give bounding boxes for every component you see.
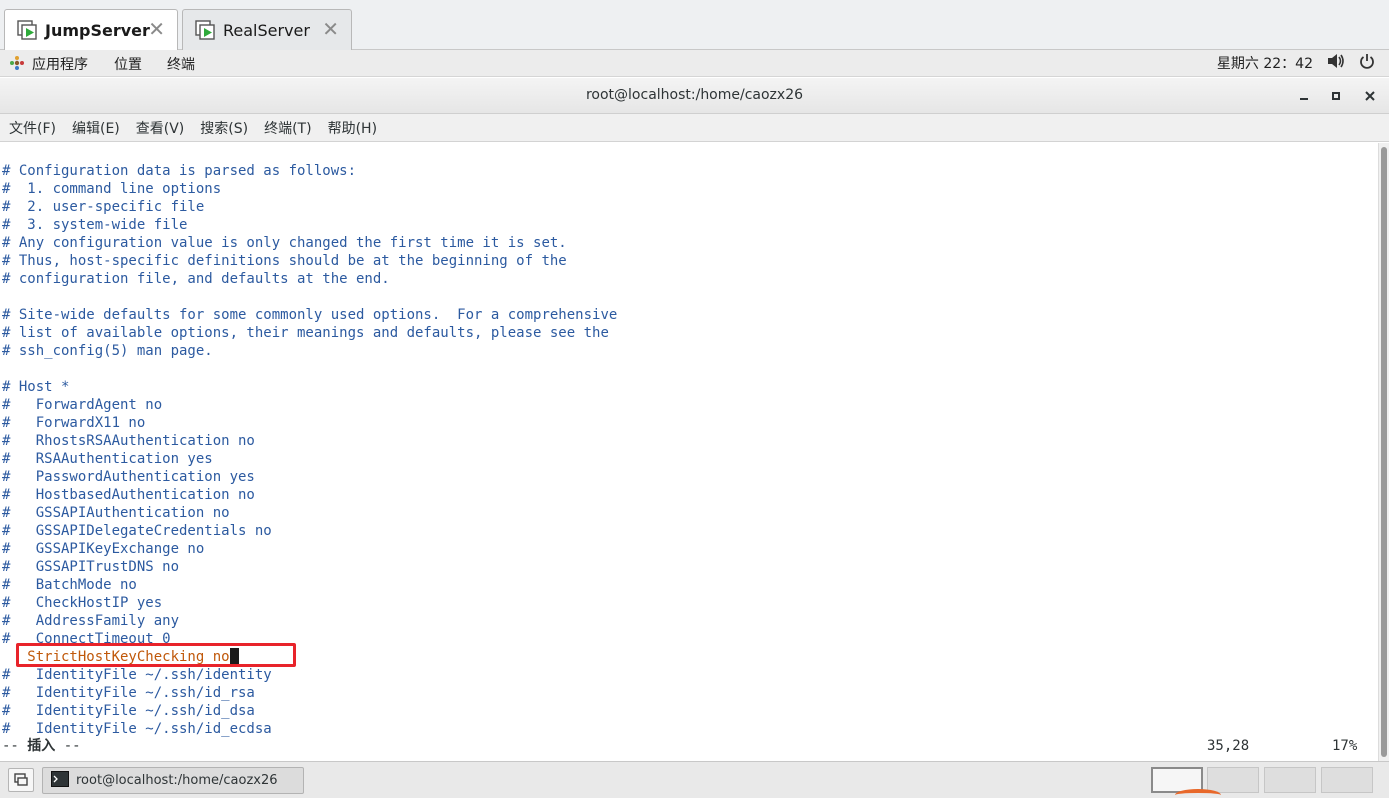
volume-icon[interactable] <box>1327 53 1345 73</box>
terminal-line: # IdentityFile ~/.ssh/id_dsa <box>2 703 255 719</box>
taskbar-window-terminal[interactable]: root@localhost:/home/caozx26 <box>42 767 304 794</box>
terminal-line: # RSAAuthentication yes <box>2 451 213 467</box>
highlight-box <box>16 643 296 667</box>
terminal-line: # 1. command line options <box>2 181 222 197</box>
terminal-line: # Site-wide defaults for some commonly u… <box>2 307 618 323</box>
terminal-line: # IdentityFile ~/.ssh/identity <box>2 667 272 683</box>
minimize-button[interactable] <box>1294 86 1314 106</box>
workspace-2[interactable] <box>1207 767 1259 793</box>
terminal-line: # GSSAPIDelegateCredentials no <box>2 523 272 539</box>
terminal-scrollbar[interactable] <box>1378 143 1389 761</box>
power-icon[interactable] <box>1359 53 1375 73</box>
terminal-line: # Host * <box>2 379 70 395</box>
workspace-4[interactable] <box>1321 767 1373 793</box>
menu-edit[interactable]: 编辑(E) <box>72 118 120 138</box>
clock[interactable]: 星期六 22：42 <box>1217 53 1313 73</box>
cursor-position: 35,28 <box>1207 738 1250 754</box>
terminal-line: # GSSAPIAuthentication no <box>2 505 230 521</box>
terminal-line: # list of available options, their meani… <box>2 325 609 341</box>
window-title: root@localhost:/home/caozx26 <box>585 87 804 103</box>
terminal-line: # ssh_config(5) man page. <box>2 343 213 359</box>
terminal-line: # GSSAPITrustDNS no <box>2 559 180 575</box>
vm-tab-label: JumpServer <box>45 20 150 40</box>
applications-menu[interactable]: 应用程序 <box>32 54 88 74</box>
menu-search[interactable]: 搜索(S) <box>200 118 248 138</box>
vm-tab-realserver[interactable]: RealServer ✕ <box>182 9 352 50</box>
terminal-titlebar[interactable]: root@localhost:/home/caozx26 <box>0 78 1389 114</box>
terminal-icon <box>51 770 69 791</box>
vim-mode: -- 插入 -- <box>2 738 81 754</box>
terminal-line: # 2. user-specific file <box>2 199 205 215</box>
close-icon[interactable]: ✕ <box>322 19 339 39</box>
show-desktop-button[interactable] <box>8 768 34 792</box>
places-menu[interactable]: 位置 <box>114 54 142 74</box>
panel-status-area: 星期六 22：42 <box>1217 53 1375 73</box>
terminal-line: # CheckHostIP yes <box>2 595 163 611</box>
terminal-line: # ForwardX11 no <box>2 415 146 431</box>
vm-tab-label: RealServer <box>223 20 310 40</box>
terminal-line: # HostbasedAuthentication no <box>2 487 255 503</box>
terminal-line: # Configuration data is parsed as follow… <box>2 163 357 179</box>
terminal-line: # PasswordAuthentication yes <box>2 469 255 485</box>
scrollbar-thumb[interactable] <box>1381 147 1387 757</box>
terminal-line: # Thus, host-specific definitions should… <box>2 253 567 269</box>
terminal-line: # IdentityFile ~/.ssh/id_ecdsa <box>2 721 272 737</box>
vim-status-line: -- 插入 -- 35,28 17% <box>2 737 1372 755</box>
menu-view[interactable]: 查看(V) <box>136 118 185 138</box>
terminal-line: # ForwardAgent no <box>2 397 163 413</box>
terminal-line: # configuration file, and defaults at th… <box>2 271 390 287</box>
terminal-line: # GSSAPIKeyExchange no <box>2 541 205 557</box>
terminal-line: # RhostsRSAAuthentication no <box>2 433 255 449</box>
close-icon[interactable]: ✕ <box>148 19 165 39</box>
annotation-mark <box>1175 789 1221 798</box>
terminal-line: # AddressFamily any <box>2 613 180 629</box>
menu-help[interactable]: 帮助(H) <box>328 118 377 138</box>
scroll-percent: 17% <box>1332 738 1358 754</box>
top-panel: 应用程序 位置 终端 星期六 22：42 <box>0 50 1389 77</box>
maximize-button[interactable] <box>1326 86 1346 106</box>
menu-file[interactable]: 文件(F) <box>9 118 56 138</box>
terminal-line: # 3. system-wide file <box>2 217 188 233</box>
workspace-3[interactable] <box>1264 767 1316 793</box>
vm-tab-strip: JumpServer ✕ RealServer ✕ <box>0 0 1389 50</box>
terminal-area[interactable]: # Configuration data is parsed as follow… <box>0 143 1378 761</box>
terminal-app-menu[interactable]: 终端 <box>167 54 195 74</box>
close-window-button[interactable] <box>1360 86 1380 106</box>
vm-console-icon <box>195 19 217 41</box>
terminal-line: # BatchMode no <box>2 577 137 593</box>
terminal-line: # Any configuration value is only change… <box>2 235 567 251</box>
vm-console-icon <box>17 19 39 41</box>
terminal-line: # IdentityFile ~/.ssh/id_rsa <box>2 685 255 701</box>
apps-menu-icon[interactable] <box>9 55 25 75</box>
taskbar-window-label: root@localhost:/home/caozx26 <box>76 773 278 788</box>
vm-tab-jumpserver[interactable]: JumpServer ✕ <box>4 9 178 50</box>
menu-terminal[interactable]: 终端(T) <box>264 118 311 138</box>
terminal-menubar: 文件(F) 编辑(E) 查看(V) 搜索(S) 终端(T) 帮助(H) <box>0 114 1389 142</box>
